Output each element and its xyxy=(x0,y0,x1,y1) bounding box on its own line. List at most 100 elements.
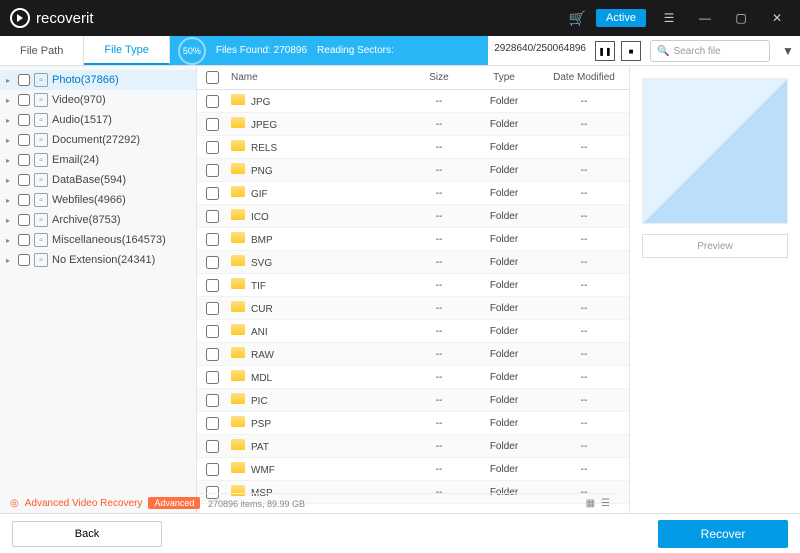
table-row[interactable]: MDL -- Folder -- xyxy=(197,366,629,389)
sidebar-item-archive[interactable]: ▸ ▫ Archive(8753) xyxy=(0,210,196,230)
sidebar-item-document[interactable]: ▸ ▫ Document(27292) xyxy=(0,130,196,150)
row-checkbox[interactable] xyxy=(206,141,219,154)
row-checkbox[interactable] xyxy=(206,187,219,200)
row-checkbox[interactable] xyxy=(206,325,219,338)
sidebar-item-email[interactable]: ▸ ▫ Email(24) xyxy=(0,150,196,170)
close-button[interactable]: ✕ xyxy=(764,5,790,31)
cart-icon[interactable]: 🛒 xyxy=(569,10,586,27)
chevron-right-icon: ▸ xyxy=(6,236,14,245)
advanced-video-recovery[interactable]: ◎ Advanced Video Recovery Advanced xyxy=(10,497,200,509)
table-row[interactable]: PIC -- Folder -- xyxy=(197,389,629,412)
folder-icon xyxy=(231,117,245,128)
sidebar-checkbox[interactable] xyxy=(18,234,30,246)
app-logo: recoverit xyxy=(10,8,94,28)
sidebar-item-label: Webfiles(4966) xyxy=(52,194,126,206)
maximize-button[interactable]: ▢ xyxy=(728,5,754,31)
sidebar-checkbox[interactable] xyxy=(18,134,30,146)
row-checkbox[interactable] xyxy=(206,233,219,246)
sidebar-item-photo[interactable]: ▸ ▫ Photo(37866) xyxy=(0,70,196,90)
row-checkbox[interactable] xyxy=(206,394,219,407)
col-date[interactable]: Date Modified xyxy=(539,72,629,83)
row-checkbox[interactable] xyxy=(206,118,219,131)
status-bar: 270896 items, 89.99 GB ▦ ☰ xyxy=(200,493,618,513)
table-row[interactable]: RAW -- Folder -- xyxy=(197,343,629,366)
select-all-checkbox[interactable] xyxy=(206,71,219,84)
table-row[interactable]: RELS -- Folder -- xyxy=(197,136,629,159)
category-icon: ▫ xyxy=(34,93,48,107)
sidebar-item-label: Document(27292) xyxy=(52,134,140,146)
table-row[interactable]: PNG -- Folder -- xyxy=(197,159,629,182)
sidebar-checkbox[interactable] xyxy=(18,94,30,106)
sidebar-checkbox[interactable] xyxy=(18,154,30,166)
table-row[interactable]: JPEG -- Folder -- xyxy=(197,113,629,136)
tab-file-type[interactable]: File Type xyxy=(84,36,169,65)
target-icon: ◎ xyxy=(10,498,19,509)
table-row[interactable]: CUR -- Folder -- xyxy=(197,297,629,320)
filter-button[interactable]: ▼ xyxy=(776,36,800,65)
back-button[interactable]: Back xyxy=(12,521,162,547)
category-icon: ▫ xyxy=(34,213,48,227)
table-row[interactable]: ANI -- Folder -- xyxy=(197,320,629,343)
sidebar-item-video[interactable]: ▸ ▫ Video(970) xyxy=(0,90,196,110)
table-row[interactable]: PAT -- Folder -- xyxy=(197,435,629,458)
scan-sectors: 2928640/250064896 xyxy=(488,36,592,65)
sidebar-item-audio[interactable]: ▸ ▫ Audio(1517) xyxy=(0,110,196,130)
table-row[interactable]: GIF -- Folder -- xyxy=(197,182,629,205)
sidebar-checkbox[interactable] xyxy=(18,254,30,266)
sidebar-checkbox[interactable] xyxy=(18,114,30,126)
preview-button[interactable]: Preview xyxy=(642,234,788,258)
table-row[interactable]: ICO -- Folder -- xyxy=(197,205,629,228)
row-checkbox[interactable] xyxy=(206,256,219,269)
row-checkbox[interactable] xyxy=(206,348,219,361)
sidebar-checkbox[interactable] xyxy=(18,214,30,226)
folder-icon xyxy=(231,140,245,151)
row-checkbox[interactable] xyxy=(206,463,219,476)
sidebar-checkbox[interactable] xyxy=(18,74,30,86)
sidebar-item-label: Archive(8753) xyxy=(52,214,120,226)
stop-button[interactable]: ■ xyxy=(621,41,641,61)
sidebar-item-no extension[interactable]: ▸ ▫ No Extension(24341) xyxy=(0,250,196,270)
sidebar-checkbox[interactable] xyxy=(18,194,30,206)
active-button[interactable]: Active xyxy=(596,9,646,27)
list-view-icon[interactable]: ☰ xyxy=(601,498,610,509)
sidebar-item-miscellaneous[interactable]: ▸ ▫ Miscellaneous(164573) xyxy=(0,230,196,250)
row-checkbox[interactable] xyxy=(206,164,219,177)
table-row[interactable]: JPG -- Folder -- xyxy=(197,90,629,113)
list-header: Name Size Type Date Modified xyxy=(197,66,629,90)
table-row[interactable]: BMP -- Folder -- xyxy=(197,228,629,251)
folder-icon xyxy=(231,370,245,381)
table-row[interactable]: TIF -- Folder -- xyxy=(197,274,629,297)
menu-icon[interactable]: ☰ xyxy=(656,5,682,31)
sidebar-item-database[interactable]: ▸ ▫ DataBase(594) xyxy=(0,170,196,190)
row-checkbox[interactable] xyxy=(206,210,219,223)
chevron-right-icon: ▸ xyxy=(6,156,14,165)
grid-view-icon[interactable]: ▦ xyxy=(586,498,595,509)
row-checkbox[interactable] xyxy=(206,95,219,108)
row-checkbox[interactable] xyxy=(206,371,219,384)
row-checkbox[interactable] xyxy=(206,302,219,315)
table-row[interactable]: SVG -- Folder -- xyxy=(197,251,629,274)
row-checkbox[interactable] xyxy=(206,279,219,292)
category-icon: ▫ xyxy=(34,253,48,267)
table-row[interactable]: WMF -- Folder -- xyxy=(197,458,629,481)
app-name: recoverit xyxy=(36,10,94,27)
advanced-badge: Advanced xyxy=(148,497,200,509)
preview-thumbnail xyxy=(642,78,788,224)
tab-file-path[interactable]: File Path xyxy=(0,36,84,65)
scan-percent: 50% xyxy=(178,37,206,65)
sidebar-item-webfiles[interactable]: ▸ ▫ Webfiles(4966) xyxy=(0,190,196,210)
col-type[interactable]: Type xyxy=(469,72,539,83)
row-checkbox[interactable] xyxy=(206,417,219,430)
scan-status: 50% Files Found: 270896 Reading Sectors: xyxy=(170,36,488,65)
minimize-button[interactable]: — xyxy=(692,5,718,31)
sidebar-checkbox[interactable] xyxy=(18,174,30,186)
folder-icon xyxy=(231,324,245,335)
search-input[interactable]: 🔍 Search file xyxy=(650,40,770,62)
row-checkbox[interactable] xyxy=(206,440,219,453)
chevron-right-icon: ▸ xyxy=(6,136,14,145)
col-name[interactable]: Name xyxy=(227,72,409,83)
recover-button[interactable]: Recover xyxy=(658,520,788,548)
table-row[interactable]: PSP -- Folder -- xyxy=(197,412,629,435)
pause-button[interactable]: ❚❚ xyxy=(595,41,615,61)
col-size[interactable]: Size xyxy=(409,72,469,83)
